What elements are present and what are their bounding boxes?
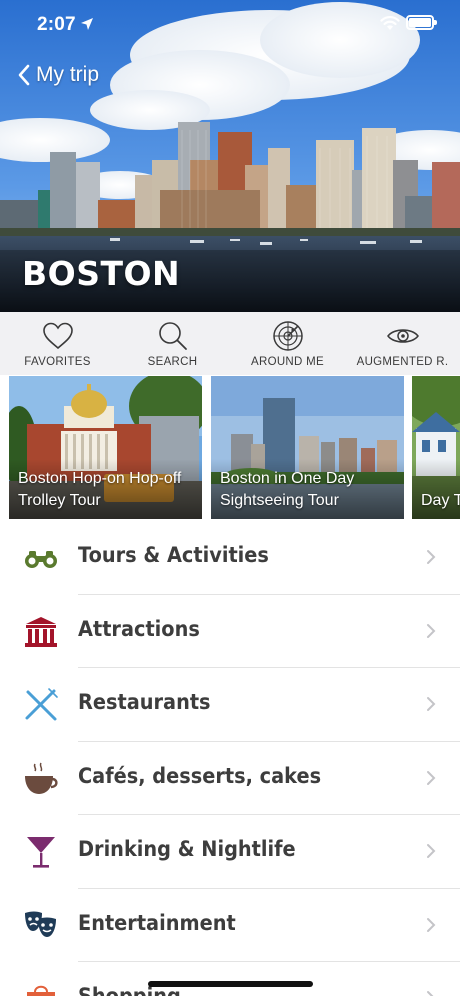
fork-knife-icon [25, 688, 58, 721]
category-row-entertainment[interactable]: Entertainment [0, 889, 460, 962]
augmented-reality-label: AUGMENTED R. [356, 356, 449, 368]
category-list: Tours & Activities Attractions Restauran… [0, 521, 460, 996]
binoculars-icon [25, 551, 57, 568]
category-row-attractions[interactable]: Attractions [0, 595, 460, 668]
coffee-cup-icon [25, 762, 58, 794]
radar-icon [272, 321, 303, 351]
magnifier-icon [158, 322, 187, 350]
chevron-right-icon [427, 697, 436, 711]
chevron-left-icon [18, 64, 30, 86]
chevron-right-icon [427, 917, 436, 932]
tour-card-title: Boston in One Day Sightseeing Tour [220, 470, 355, 509]
around-me-button[interactable]: AROUND ME [230, 312, 345, 375]
augmented-reality-button[interactable]: AUGMENTED R. [345, 312, 460, 375]
tour-card[interactable]: Day T… Marth… [412, 376, 460, 519]
back-button-label: My trip [36, 63, 99, 86]
category-row-cafes[interactable]: Cafés, desserts, cakes [0, 742, 460, 815]
favorites-button[interactable]: FAVORITES [0, 312, 115, 375]
tour-card[interactable]: Boston in One Day Sightseeing Tour [211, 376, 404, 519]
category-row-shopping[interactable]: Shopping [0, 962, 460, 996]
home-indicator [148, 981, 313, 987]
search-button[interactable]: SEARCH [115, 312, 230, 375]
search-label: SEARCH [147, 356, 198, 368]
heart-icon [42, 322, 73, 350]
location-arrow-icon [81, 18, 93, 30]
status-time: 2:07 [37, 14, 76, 35]
category-row-drinking-nightlife[interactable]: Drinking & Nightlife [0, 815, 460, 889]
category-label: Cafés, desserts, cakes [78, 763, 322, 788]
featured-tours-carousel[interactable]: Boston Hop-on Hop-off Trolley Tour Bosto… [0, 375, 460, 521]
category-label: Attractions [78, 616, 200, 641]
wifi-icon [380, 16, 400, 30]
tour-card-title: Day T… Marth… [421, 492, 460, 509]
category-label: Tours & Activities [78, 543, 269, 567]
cocktail-icon [27, 837, 55, 868]
chevron-right-icon [427, 991, 434, 996]
battery-icon [406, 15, 437, 30]
around-me-label: AROUND ME [251, 356, 324, 368]
chevron-right-icon [427, 770, 436, 785]
back-button[interactable]: My trip [16, 60, 99, 90]
chevron-right-icon [427, 550, 436, 564]
chevron-right-icon [427, 623, 436, 638]
category-row-restaurants[interactable]: Restaurants [0, 668, 460, 742]
quick-actions-bar: FAVORITES SEARCH AROUND ME AUGMENTED R. [0, 312, 460, 375]
tour-card[interactable]: Boston Hop-on Hop-off Trolley Tour [9, 376, 202, 519]
status-bar: 2:07 [0, 0, 460, 50]
chevron-right-icon [427, 844, 436, 858]
city-hero-image: 2:07 My trip BOSTON [0, 0, 460, 312]
category-label: Entertainment [78, 910, 236, 935]
category-label: Restaurants [78, 690, 211, 714]
tour-card-title: Boston Hop-on Hop-off Trolley Tour [18, 470, 182, 509]
city-title: BOSTON [22, 254, 181, 293]
eye-icon [386, 329, 419, 343]
shopping-bag-icon [27, 985, 55, 996]
museum-icon [25, 616, 57, 647]
theater-masks-icon [25, 911, 56, 937]
category-label: Drinking & Nightlife [78, 837, 296, 861]
favorites-label: FAVORITES [24, 356, 91, 368]
category-row-tours-activities[interactable]: Tours & Activities [0, 521, 460, 595]
